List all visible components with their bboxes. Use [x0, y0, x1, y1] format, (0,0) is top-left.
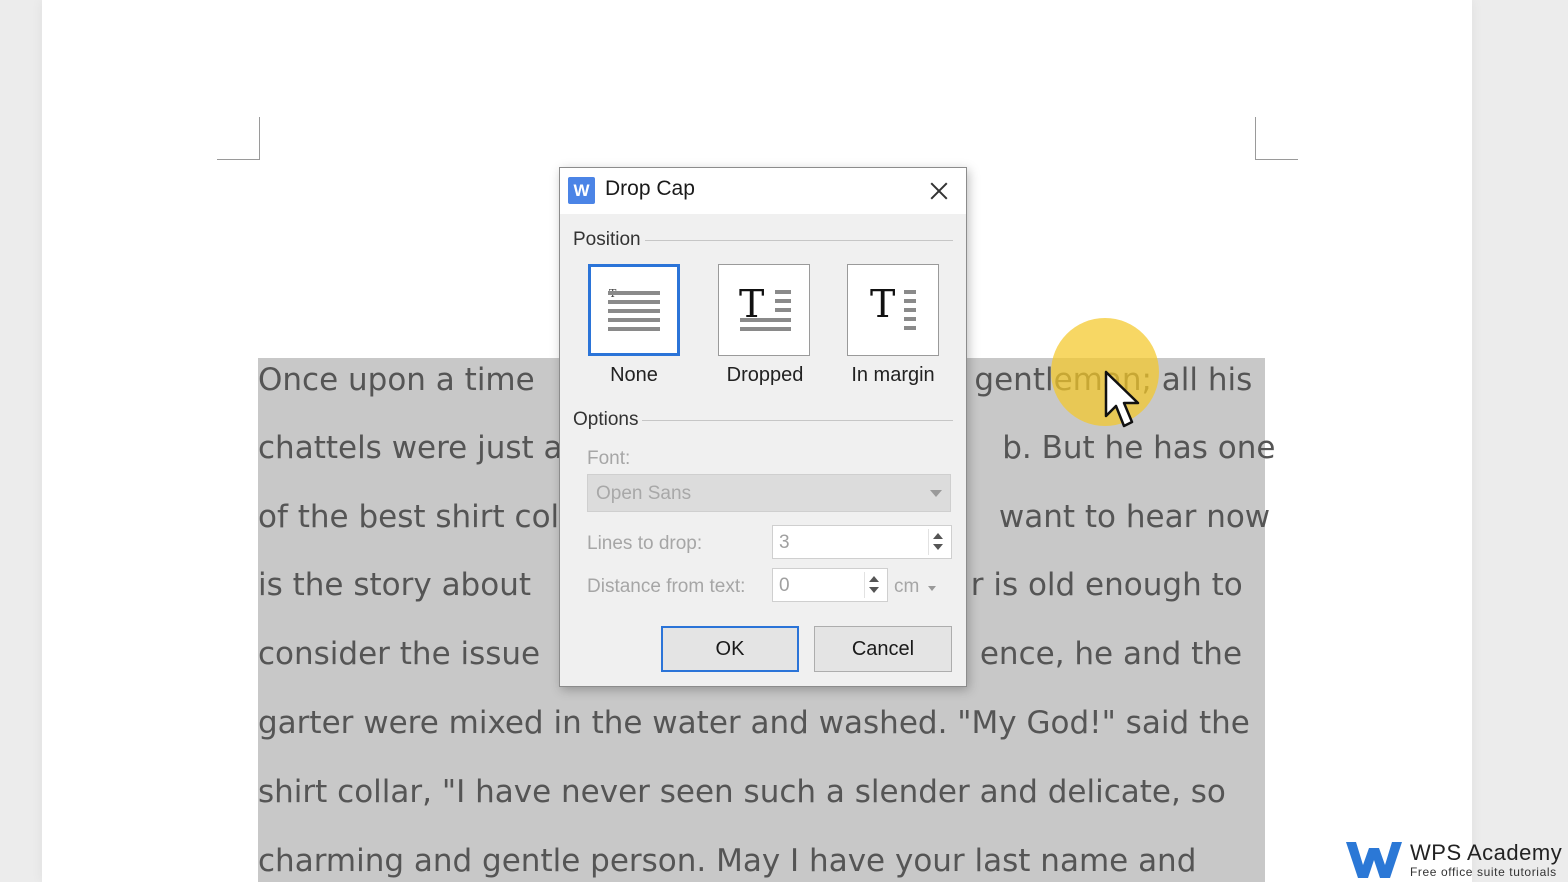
document-line[interactable]: charming and gentle person. May I have y… — [258, 841, 1255, 881]
lines-spinner-buttons[interactable] — [928, 529, 947, 555]
lines-to-drop-label: Lines to drop: — [587, 533, 703, 554]
spin-down-icon[interactable] — [933, 544, 943, 550]
position-group-label: Position — [573, 229, 645, 251]
ok-button[interactable]: OK — [661, 626, 799, 672]
position-in-margin-button[interactable]: T — [847, 264, 939, 356]
position-none-label: None — [610, 364, 658, 386]
mouse-pointer-icon — [1104, 370, 1140, 428]
lines-to-drop-value: 3 — [779, 532, 790, 553]
distance-spinner-buttons[interactable] — [864, 572, 883, 598]
svg-text:T: T — [870, 282, 895, 326]
position-dropped-label: Dropped — [726, 364, 804, 386]
distance-value: 0 — [779, 575, 790, 596]
lines-to-drop-spinner[interactable]: 3 — [772, 525, 952, 559]
drop-cap-none-icon: T — [608, 287, 660, 331]
cancel-button[interactable]: Cancel — [814, 626, 952, 672]
dialog-titlebar[interactable]: W Drop Cap — [560, 168, 966, 214]
wps-academy-logo-icon — [1346, 842, 1402, 878]
font-dropdown[interactable]: Open Sans — [587, 474, 951, 512]
document-line[interactable]: garter were mixed in the water and washe… — [258, 703, 1255, 743]
position-in-margin-label: In margin — [851, 364, 935, 386]
drop-cap-in-margin-icon: T — [870, 282, 916, 330]
close-button[interactable] — [920, 176, 956, 206]
distance-from-text-spinner[interactable]: 0 — [772, 568, 888, 602]
spin-up-icon[interactable] — [933, 533, 943, 539]
crop-mark-top-right — [1255, 117, 1298, 160]
font-label: Font: — [587, 448, 631, 469]
dialog-title: Drop Cap — [605, 177, 695, 200]
spin-up-icon[interactable] — [869, 576, 879, 582]
position-none-button[interactable]: T — [588, 264, 680, 356]
drop-cap-dialog: W Drop Cap Position T None T Dropped T — [559, 167, 967, 687]
spin-down-icon[interactable] — [869, 587, 879, 593]
watermark-subtitle: Free office suite tutorials — [1410, 865, 1557, 879]
drop-cap-dropped-icon: T — [739, 282, 791, 331]
unit-chevron-down-icon — [928, 586, 936, 591]
distance-unit-dropdown[interactable]: cm — [894, 576, 919, 598]
options-group-label: Options — [573, 409, 643, 431]
distance-from-text-label: Distance from text: — [587, 576, 746, 597]
crop-mark-top-left — [217, 117, 260, 160]
watermark-title: WPS Academy — [1410, 840, 1563, 865]
chevron-down-icon — [930, 490, 942, 497]
document-line[interactable]: shirt collar, "I have never seen such a … — [258, 772, 1255, 812]
font-value: Open Sans — [596, 483, 692, 504]
wps-writer-icon: W — [568, 177, 595, 204]
position-dropped-button[interactable]: T — [718, 264, 810, 356]
